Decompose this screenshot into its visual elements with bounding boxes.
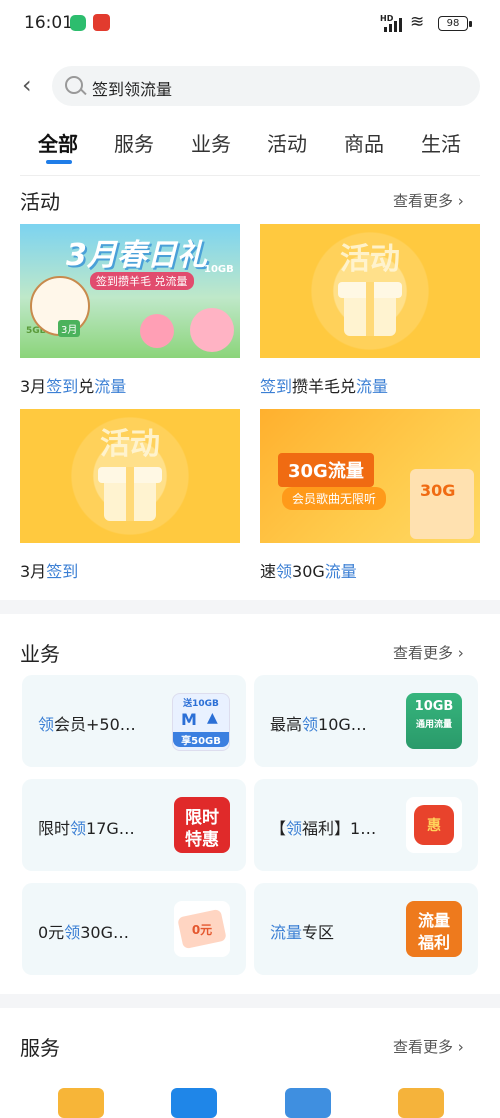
search-bar[interactable]: 签到领流量 xyxy=(52,66,480,106)
chart-icon[interactable] xyxy=(171,1088,217,1118)
tab-all[interactable]: 全部 xyxy=(38,128,78,157)
service-section-title: 服务 xyxy=(20,1036,60,1060)
calendar-month: 3月 xyxy=(58,320,81,337)
business-item-label: 领会员+50… xyxy=(38,715,136,734)
gift-bag-icon: 30G xyxy=(410,469,474,539)
tab-activity[interactable]: 活动 xyxy=(267,128,307,157)
tab-life[interactable]: 生活 xyxy=(421,128,461,157)
activity-card-3-caption[interactable]: 3月签到 xyxy=(20,558,78,582)
back-icon[interactable]: ‹ xyxy=(22,73,40,97)
business-item-welfare[interactable]: 【领福利】1… 惠 xyxy=(254,779,478,871)
activity-art-label: 活动 xyxy=(340,242,400,277)
signal-icon xyxy=(384,18,406,32)
business-section-title: 业务 xyxy=(20,642,60,666)
flower-decoration xyxy=(190,308,234,352)
business-item-30g-free[interactable]: 0元领30G… 0元 xyxy=(22,883,246,975)
30g-flow-banner: 30G流量 xyxy=(278,453,374,487)
section-separator xyxy=(0,994,500,1008)
business-item-flow-zone[interactable]: 流量专区 流量 福利 xyxy=(254,883,478,975)
10gb-flow-icon: 10GB 通用流量 xyxy=(406,693,462,749)
flower-decoration xyxy=(140,314,174,348)
spring-10gb-badge: 10GB xyxy=(204,264,234,275)
phone-icon[interactable] xyxy=(285,1088,331,1118)
tab-divider xyxy=(20,175,480,176)
tab-business[interactable]: 业务 xyxy=(191,128,231,157)
spring-gift-title: 3月春日礼 xyxy=(66,238,207,273)
activity-card-4-image[interactable]: 30G流量 会员歌曲无限听 30G xyxy=(260,409,480,543)
activity-more-link[interactable]: 查看更多 › xyxy=(393,190,464,211)
search-input[interactable]: 签到领流量 xyxy=(92,76,172,100)
business-item-label: 0元领30G… xyxy=(38,923,129,942)
activity-card-4-caption[interactable]: 速领30G流量 xyxy=(260,558,357,582)
coupon-icon: 0元 xyxy=(174,901,230,957)
tab-goods[interactable]: 商品 xyxy=(344,128,384,157)
gift-bag-tag: 30G xyxy=(420,481,456,500)
activity-card-2-image[interactable]: 活动 xyxy=(260,224,480,358)
gift-box-icon xyxy=(338,282,402,336)
activity-art-label: 活动 xyxy=(100,427,160,462)
taobao-notification-icon xyxy=(93,14,110,31)
wifi-icon: ≋ xyxy=(410,12,425,32)
briefcase-icon[interactable] xyxy=(58,1088,104,1118)
search-icon xyxy=(65,76,83,94)
tab-service[interactable]: 服务 xyxy=(114,128,154,157)
business-more-link[interactable]: 查看更多 › xyxy=(393,642,464,663)
activity-card-2-caption[interactable]: 签到攒羊毛兑流量 xyxy=(260,373,388,397)
spring-gift-subtitle: 签到攒羊毛 兑流量 xyxy=(90,272,194,290)
flow-welfare-icon: 流量 福利 xyxy=(406,901,462,957)
business-item-member-50gb[interactable]: 领会员+50… 送10GB M ▲ 享50GB xyxy=(22,675,246,767)
active-tab-indicator xyxy=(46,160,72,164)
calendar-icon[interactable] xyxy=(398,1088,444,1118)
service-more-link[interactable]: 查看更多 › xyxy=(393,1036,464,1057)
business-item-label: 流量专区 xyxy=(270,923,335,942)
business-item-17g[interactable]: 限时领17G… 限时 特惠 xyxy=(22,779,246,871)
status-bar: 16:01 HD ≋ 98 xyxy=(0,0,500,48)
business-item-10gb[interactable]: 最高领10G… 10GB 通用流量 xyxy=(254,675,478,767)
activity-card-1-image[interactable]: 3月春日礼 签到攒羊毛 兑流量 10GB 5GB 3月 xyxy=(20,224,240,358)
wechat-notification-icon xyxy=(70,15,86,31)
business-item-label: 最高领10G… xyxy=(270,715,367,734)
section-separator xyxy=(0,600,500,614)
activity-section-title: 活动 xyxy=(20,190,60,214)
status-time: 16:01 xyxy=(24,13,73,33)
activity-card-1-caption[interactable]: 3月签到兑流量 xyxy=(20,373,126,397)
red-bag-icon: 惠 xyxy=(406,797,462,853)
business-item-label: 限时领17G… xyxy=(38,819,135,838)
limited-offer-icon: 限时 特惠 xyxy=(174,797,230,853)
activity-card-3-image[interactable]: 活动 xyxy=(20,409,240,543)
member-50gb-icon: 送10GB M ▲ 享50GB xyxy=(172,693,230,751)
gift-box-icon xyxy=(98,467,162,521)
business-item-label: 【领福利】1… xyxy=(270,819,377,838)
music-member-banner: 会员歌曲无限听 xyxy=(282,487,387,510)
battery-icon: 98 xyxy=(438,16,472,31)
